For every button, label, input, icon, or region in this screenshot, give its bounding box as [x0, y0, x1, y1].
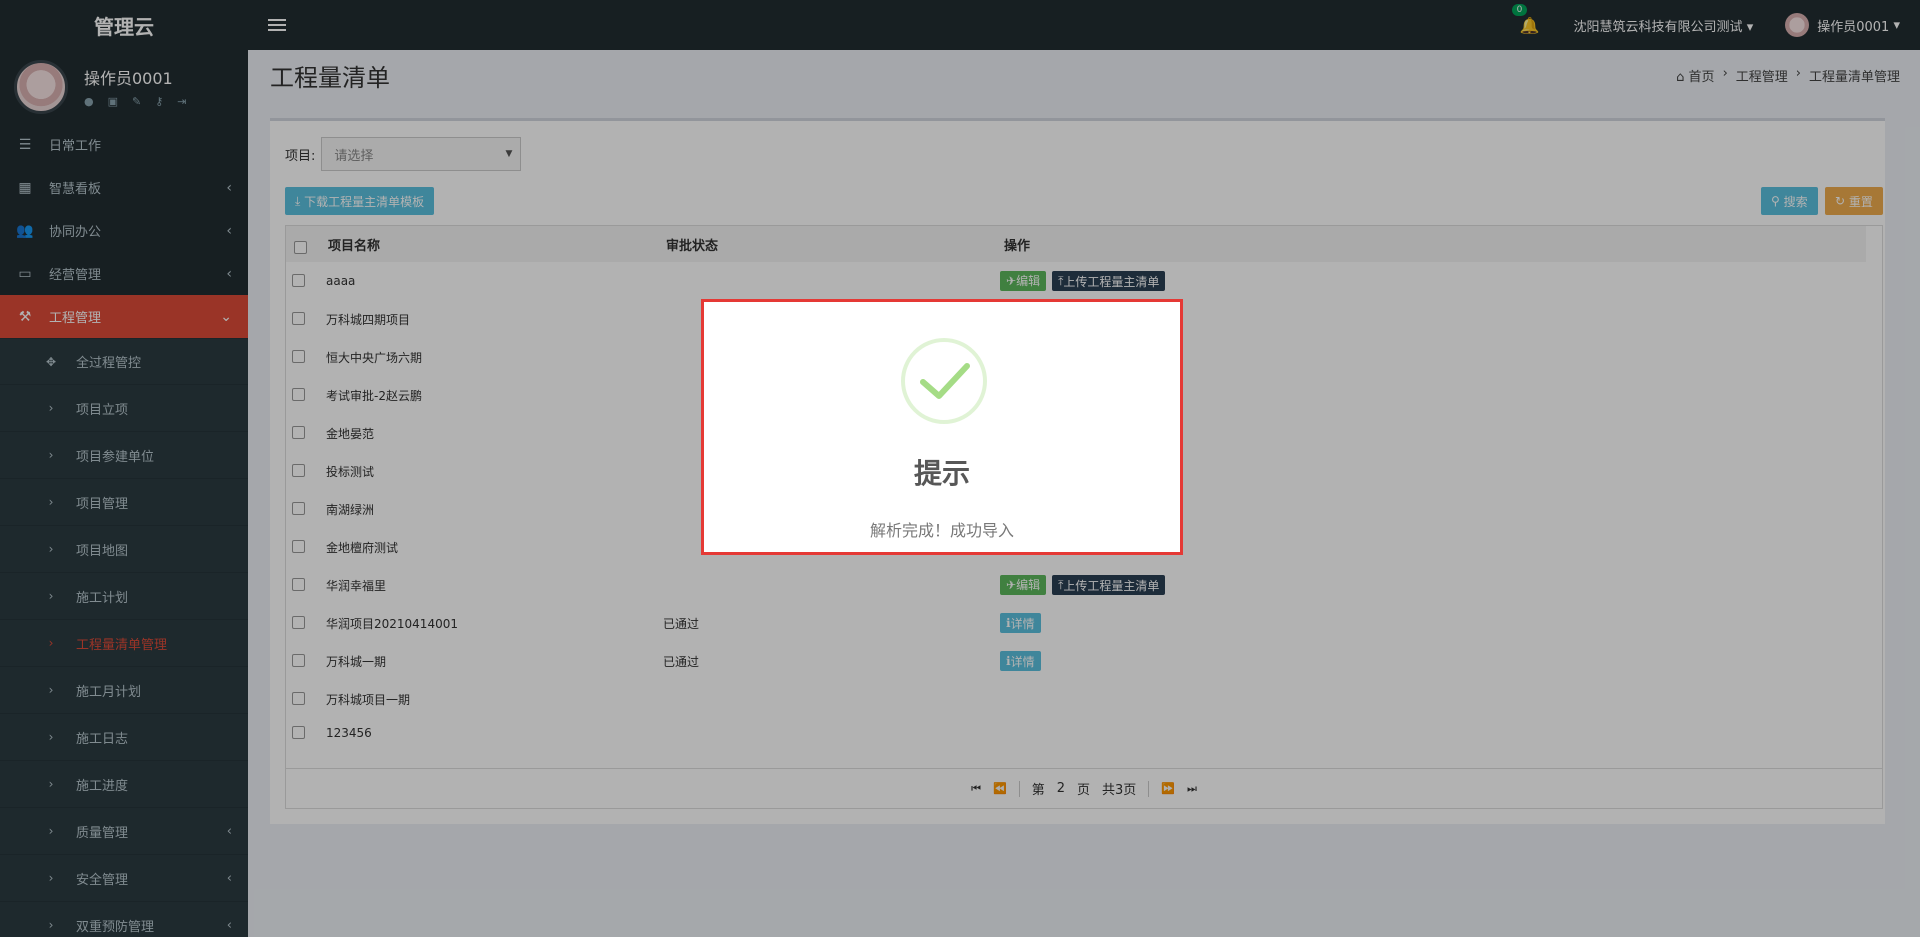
success-check-icon [901, 338, 987, 424]
modal-title: 提示 [913, 457, 970, 490]
success-modal: 提示 解析完成！成功导入 [701, 299, 1183, 555]
modal-message: 解析完成！成功导入 [869, 521, 1014, 540]
